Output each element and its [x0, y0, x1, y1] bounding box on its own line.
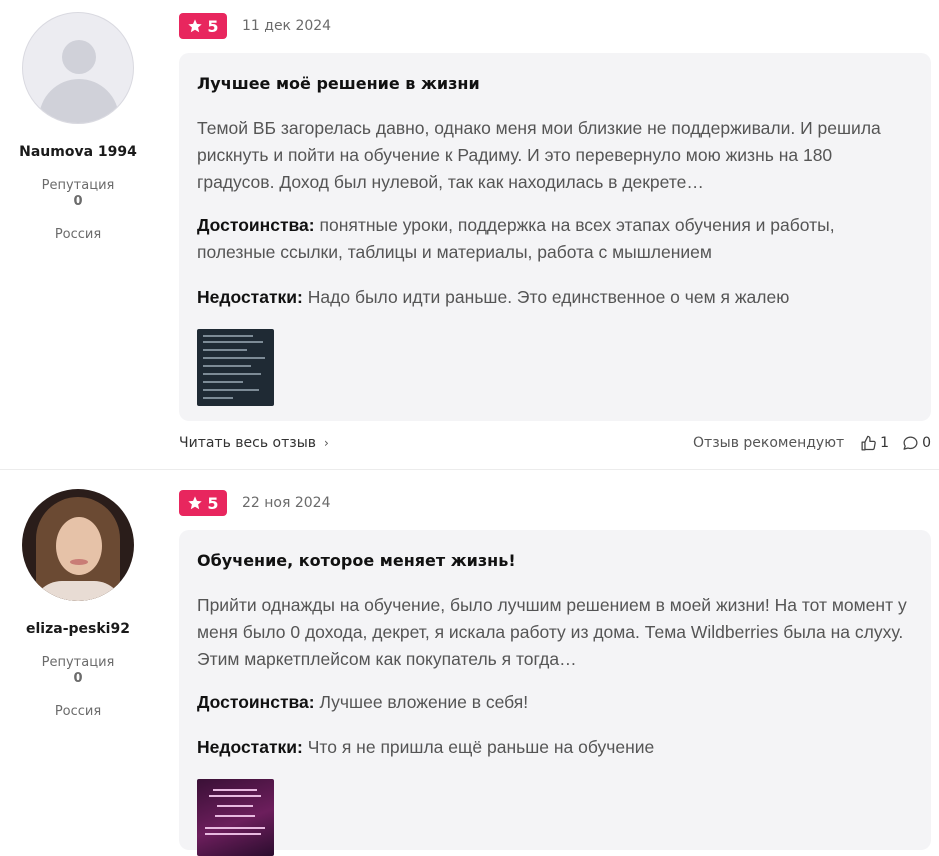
reputation-value: 0: [73, 671, 83, 686]
review-text: Прийти однажды на обучение, было лучшим …: [197, 595, 907, 669]
default-avatar-icon[interactable]: [22, 12, 134, 124]
review-footer: Читать весь отзыв › Отзыв рекомендуют 1 …: [179, 433, 931, 453]
review-title: Лучшее моё решение в жизни: [197, 74, 480, 93]
comments-count: 0: [922, 435, 931, 451]
review-author: Naumova 1994 Репутация 0 Россия: [0, 12, 156, 242]
review-cons: Недостатки: Надо было идти раньше. Это е…: [197, 284, 913, 311]
review-card: Лучшее моё решение в жизни Темой ВБ заго…: [179, 53, 931, 421]
comment-icon: [903, 435, 918, 450]
comments-button[interactable]: 0: [902, 435, 931, 452]
read-full-review-link[interactable]: Читать весь отзыв ›: [179, 435, 329, 451]
review-cons: Недостатки: Что я не пришла ещё раньше н…: [197, 734, 913, 761]
cons-text: Надо было идти раньше. Это единственное …: [307, 287, 790, 307]
author-name[interactable]: eliza-peski92: [0, 621, 156, 637]
rating-row: 5 11 дек 2024: [179, 13, 331, 39]
likes-count: 1: [880, 435, 890, 451]
author-country: Россия: [54, 704, 102, 719]
pros-text: Лучшее вложение в себя!: [319, 692, 529, 712]
cons-label: Недостатки:: [197, 287, 303, 307]
reputation-label: Репутация: [41, 655, 115, 670]
review-card: Обучение, которое меняет жизнь! Прийти о…: [179, 530, 931, 856]
reputation-value: 0: [73, 194, 83, 209]
rating-value: 5: [207, 493, 219, 513]
star-icon: [188, 19, 203, 33]
author-name[interactable]: Naumova 1994: [0, 144, 156, 160]
pros-label: Достоинства:: [197, 692, 315, 712]
like-button[interactable]: 1: [860, 435, 889, 452]
cons-text: Что я не пришла ещё раньше на обучение: [307, 737, 655, 757]
recommend-label: Отзыв рекомендуют: [693, 435, 845, 451]
rating-badge: 5: [179, 13, 227, 39]
cons-label: Недостатки:: [197, 737, 303, 757]
review-image-thumbnail[interactable]: [197, 779, 274, 856]
review-text: Темой ВБ загорелась давно, однако меня м…: [197, 118, 881, 192]
review-item: Naumova 1994 Репутация 0 Россия 5 11 дек…: [0, 0, 939, 470]
pros-label: Достоинства:: [197, 215, 315, 235]
thumbs-up-icon: [861, 435, 876, 451]
chevron-right-icon: ›: [324, 436, 329, 450]
read-more-label: Читать весь отзыв: [179, 435, 317, 451]
star-icon: [188, 496, 203, 510]
user-avatar[interactable]: [22, 489, 134, 601]
review-author: eliza-peski92 Репутация 0 Россия: [0, 489, 156, 719]
review-date: 22 ноя 2024: [242, 495, 331, 511]
review-pros: Достоинства: понятные уроки, поддержка н…: [197, 212, 913, 266]
review-date: 11 дек 2024: [242, 18, 332, 34]
author-country: Россия: [54, 227, 102, 242]
rating-value: 5: [207, 16, 219, 36]
review-image-thumbnail[interactable]: [197, 329, 274, 406]
review-pros: Достоинства: Лучшее вложение в себя!: [197, 689, 913, 716]
rating-row: 5 22 ноя 2024: [179, 490, 330, 516]
reputation-label: Репутация: [41, 178, 115, 193]
rating-badge: 5: [179, 490, 227, 516]
review-title: Обучение, которое меняет жизнь!: [197, 551, 516, 570]
review-item: eliza-peski92 Репутация 0 Россия 5 22 но…: [0, 470, 939, 856]
